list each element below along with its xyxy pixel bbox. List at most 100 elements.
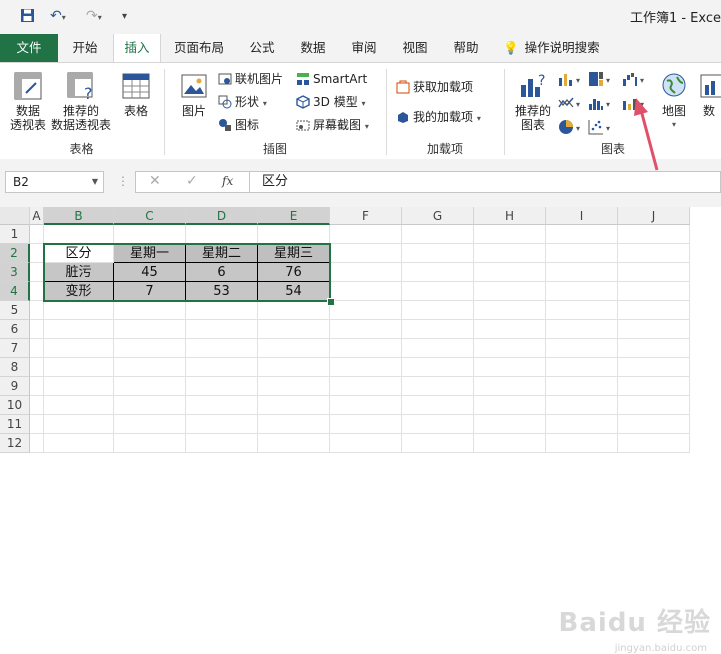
scatter-chart-icon[interactable] [588,119,604,135]
cell-G8[interactable] [402,358,474,377]
worksheet-grid[interactable]: ABCDEFGHIJ 1 2 3 4 5 6 7 8 9 10 11 12 区分 星期一 星期二 星期三 脏污… [0,207,721,654]
statistic-chart-dropdown[interactable]: ▾ [606,97,610,113]
cell-I9[interactable] [546,377,618,396]
cell-A7[interactable] [30,339,44,358]
cell-B2[interactable]: 区分 [44,244,114,263]
recommended-charts-button[interactable]: ? 推荐的 图表 [512,71,554,132]
column-chart-icon[interactable] [558,71,574,87]
cell-H12[interactable] [474,434,546,453]
icons-button[interactable]: 图标 [218,117,259,133]
column-header-G[interactable]: G [402,207,474,225]
cell-B6[interactable] [44,320,114,339]
table-button[interactable]: 表格 [116,71,156,118]
cell-J7[interactable] [618,339,690,358]
column-header-J[interactable]: J [618,207,690,225]
cell-B7[interactable] [44,339,114,358]
save-icon[interactable] [20,8,35,27]
cell-A10[interactable] [30,396,44,415]
name-box-dropdown-icon[interactable]: ▼ [92,172,98,192]
select-all-corner[interactable] [0,207,30,225]
statistic-chart-icon[interactable] [588,95,604,111]
pie-chart-icon[interactable] [558,119,574,135]
cell-E4[interactable]: 54 [258,282,330,301]
cell-E2[interactable]: 星期三 [258,244,330,263]
cell-B1[interactable] [44,225,114,244]
cell-C5[interactable] [114,301,186,320]
cell-D2[interactable]: 星期二 [186,244,258,263]
cell-E5[interactable] [258,301,330,320]
cell-E6[interactable] [258,320,330,339]
hierarchy-chart-dropdown[interactable]: ▾ [606,73,610,89]
cell-G3[interactable] [402,263,474,282]
cell-J5[interactable] [618,301,690,320]
get-addins-button[interactable]: 获取加载项 [396,79,473,95]
cell-B10[interactable] [44,396,114,415]
cell-F10[interactable] [330,396,402,415]
tab-data[interactable]: 数据 [293,34,333,62]
cell-E10[interactable] [258,396,330,415]
fill-handle[interactable] [327,298,335,306]
combo-chart-icon[interactable] [622,95,638,111]
cell-F5[interactable] [330,301,402,320]
cell-D9[interactable] [186,377,258,396]
cell-C2[interactable]: 星期一 [114,244,186,263]
cell-F12[interactable] [330,434,402,453]
cell-J4[interactable] [618,282,690,301]
row-header-3[interactable]: 3 [0,263,30,282]
line-chart-dropdown[interactable]: ▾ [576,97,580,113]
cell-C1[interactable] [114,225,186,244]
cell-F9[interactable] [330,377,402,396]
cell-B12[interactable] [44,434,114,453]
cell-E8[interactable] [258,358,330,377]
tab-review[interactable]: 审阅 [344,34,384,62]
line-chart-icon[interactable] [558,95,574,111]
column-header-H[interactable]: H [474,207,546,225]
cell-I1[interactable] [546,225,618,244]
cell-J1[interactable] [618,225,690,244]
cell-A3[interactable] [30,263,44,282]
cell-J10[interactable] [618,396,690,415]
cell-G7[interactable] [402,339,474,358]
cell-A2[interactable] [30,244,44,263]
cell-G5[interactable] [402,301,474,320]
row-header-5[interactable]: 5 [0,301,30,320]
cell-H5[interactable] [474,301,546,320]
cell-I4[interactable] [546,282,618,301]
cell-B8[interactable] [44,358,114,377]
cell-I12[interactable] [546,434,618,453]
cell-F6[interactable] [330,320,402,339]
cell-F11[interactable] [330,415,402,434]
cell-F8[interactable] [330,358,402,377]
cell-A5[interactable] [30,301,44,320]
pivot-chart-button[interactable]: 数 [694,71,721,118]
cell-E12[interactable] [258,434,330,453]
screenshot-button[interactable]: 屏幕截图 ▾ [296,117,369,135]
cell-I3[interactable] [546,263,618,282]
row-header-4[interactable]: 4 [0,282,30,301]
cell-D10[interactable] [186,396,258,415]
enter-icon[interactable]: ✓ [186,173,198,189]
pie-chart-dropdown[interactable]: ▾ [576,121,580,137]
cell-A12[interactable] [30,434,44,453]
cell-F3[interactable] [330,263,402,282]
row-header-12[interactable]: 12 [0,434,30,453]
row-header-1[interactable]: 1 [0,225,30,244]
column-header-E[interactable]: E [258,207,330,225]
cell-I5[interactable] [546,301,618,320]
cell-H11[interactable] [474,415,546,434]
cell-F7[interactable] [330,339,402,358]
cell-E11[interactable] [258,415,330,434]
cell-I10[interactable] [546,396,618,415]
hierarchy-chart-icon[interactable] [588,71,604,87]
cell-A9[interactable] [30,377,44,396]
cell-G1[interactable] [402,225,474,244]
cell-D4[interactable]: 53 [186,282,258,301]
cell-G10[interactable] [402,396,474,415]
cell-G11[interactable] [402,415,474,434]
column-header-C[interactable]: C [114,207,186,225]
column-header-D[interactable]: D [186,207,258,225]
cell-I8[interactable] [546,358,618,377]
row-header-6[interactable]: 6 [0,320,30,339]
picture-button[interactable]: 图片 [174,71,214,118]
cell-C7[interactable] [114,339,186,358]
